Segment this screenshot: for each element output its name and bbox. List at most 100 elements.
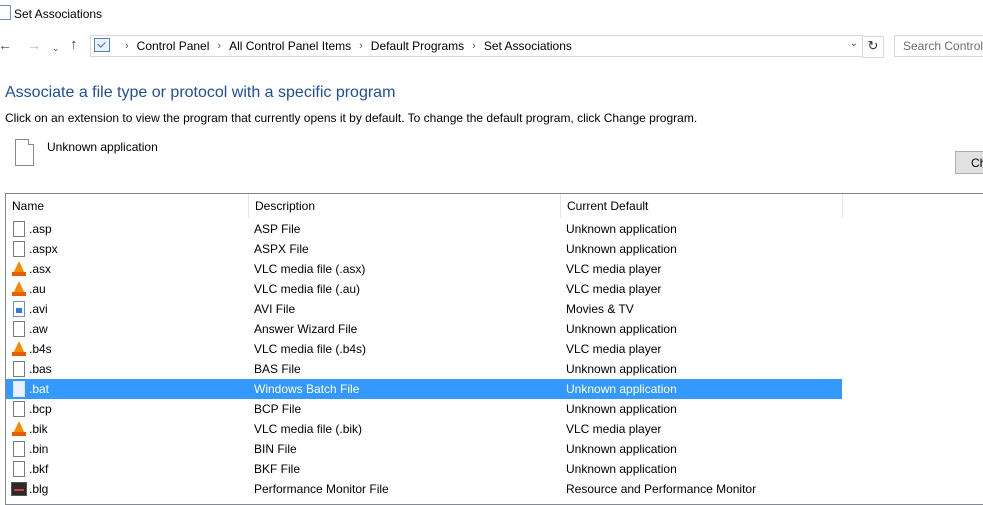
- description-cell: Windows Batch File: [254, 382, 360, 396]
- address-dropdown-chevron-icon[interactable]: ⌄: [850, 38, 858, 49]
- column-header-description[interactable]: Description: [249, 194, 561, 218]
- current-default-cell: VLC media player: [566, 422, 662, 436]
- address-bar[interactable]: › Control Panel › All Control Panel Items › D…: [90, 35, 863, 57]
- extension-cell: .bik: [29, 422, 48, 436]
- table-row[interactable]: .avi AVI File Movies & TV: [6, 299, 842, 319]
- extension-cell: .bcp: [29, 402, 52, 416]
- control-panel-check-icon: [94, 38, 110, 52]
- current-default-cell: Resource and Performance Monitor: [566, 482, 757, 496]
- extension-cell: .bat: [29, 382, 50, 396]
- current-application-label: Unknown application: [47, 140, 158, 154]
- column-header-current-default[interactable]: Current Default: [561, 194, 843, 218]
- extension-cell: .aw: [29, 322, 48, 336]
- current-default-cell: Unknown application: [566, 402, 677, 416]
- description-cell: VLC media file (.au): [254, 282, 361, 296]
- table-row[interactable]: .bas BAS File Unknown application: [6, 359, 842, 379]
- search-input[interactable]: [895, 36, 983, 53]
- sort-ascending-icon: ^: [123, 194, 127, 196]
- description-cell: Performance Monitor File: [254, 482, 389, 496]
- vlc-cone-icon: [12, 261, 26, 276]
- breadcrumb-item[interactable]: Default Programs: [371, 39, 464, 53]
- window-title: Set Associations: [14, 7, 103, 21]
- extension-cell: .avi: [29, 302, 48, 316]
- table-row[interactable]: .au VLC media file (.au) VLC media player: [6, 279, 842, 299]
- search-box[interactable]: [894, 35, 983, 57]
- breadcrumb: › Control Panel › All Control Panel Items › D…: [117, 39, 572, 53]
- description-cell: VLC media file (.b4s): [254, 342, 367, 356]
- blank-file-icon: [15, 139, 34, 166]
- vlc-cone-icon: [12, 421, 26, 436]
- vlc-cone-icon: [12, 281, 26, 296]
- description-cell: ASP File: [254, 222, 301, 236]
- table-row[interactable]: .bcp BCP File Unknown application: [6, 399, 842, 419]
- up-arrow-icon[interactable]: ↑: [70, 37, 78, 53]
- back-arrow-icon[interactable]: ←: [0, 37, 12, 53]
- breadcrumb-separator-icon[interactable]: ›: [217, 40, 221, 52]
- extension-cell: .asp: [29, 222, 52, 236]
- blank-file-icon: [13, 321, 25, 337]
- description-cell: BKF File: [254, 462, 301, 476]
- table-row[interactable]: .blg Performance Monitor File Resource and…: [6, 479, 842, 499]
- breadcrumb-separator-icon[interactable]: ›: [359, 40, 363, 52]
- instruction-text: Click on an extension to view the progra…: [5, 111, 698, 125]
- current-default-cell: Movies & TV: [566, 302, 634, 316]
- blank-file-icon: [13, 221, 25, 237]
- column-header-name[interactable]: Name: [6, 194, 249, 218]
- table-row[interactable]: .asp ASP File Unknown application: [6, 219, 842, 239]
- table-row[interactable]: .bat Windows Batch File Unknown applicatio…: [6, 379, 842, 399]
- current-default-cell: Unknown application: [566, 382, 677, 396]
- description-cell: Answer Wizard File: [254, 322, 358, 336]
- blank-file-icon: [13, 441, 25, 457]
- refresh-icon[interactable]: ↻: [862, 36, 884, 58]
- description-cell: BCP File: [254, 402, 302, 416]
- description-cell: VLC media file (.asx): [254, 262, 366, 276]
- video-file-icon: [13, 301, 25, 317]
- table-row[interactable]: .bin BIN File Unknown application: [6, 439, 842, 459]
- blank-file-icon: [13, 361, 25, 377]
- extension-cell: .b4s: [29, 342, 52, 356]
- description-cell: VLC media file (.bik): [254, 422, 363, 436]
- page-title: Associate a file type or protocol with a…: [5, 84, 396, 101]
- performance-monitor-icon: [11, 482, 27, 496]
- change-program-button[interactable]: Change program...: [955, 151, 983, 174]
- current-default-cell: VLC media player: [566, 282, 662, 296]
- breadcrumb-item[interactable]: Control Panel: [137, 39, 210, 53]
- extension-cell: .bin: [29, 442, 49, 456]
- table-row[interactable]: .b4s VLC media file (.b4s) VLC media playe…: [6, 339, 842, 359]
- breadcrumb-item[interactable]: All Control Panel Items: [229, 39, 351, 53]
- current-default-cell: Unknown application: [566, 222, 677, 236]
- table-row[interactable]: .bkf BKF File Unknown application: [6, 459, 842, 479]
- list-header: Name ^ Description Current Default: [6, 194, 983, 218]
- title-bar: Set Associations: [0, 0, 983, 28]
- vlc-cone-icon: [12, 341, 26, 356]
- current-default-cell: Unknown application: [566, 462, 677, 476]
- recent-locations-chevron-icon[interactable]: ⌄: [52, 40, 60, 56]
- table-row[interactable]: .asx VLC media file (.asx) VLC media playe…: [6, 259, 842, 279]
- description-cell: AVI File: [254, 302, 296, 316]
- control-panel-icon: [0, 5, 11, 20]
- extension-cell: .bkf: [29, 462, 49, 476]
- blank-file-icon: [13, 241, 25, 257]
- breadcrumb-separator-icon[interactable]: ›: [125, 40, 129, 52]
- blank-file-icon: [13, 401, 25, 417]
- table-row[interactable]: .bik VLC media file (.bik) VLC media playe…: [6, 419, 842, 439]
- current-default-cell: Unknown application: [566, 362, 677, 376]
- table-row[interactable]: .aw Answer Wizard File Unknown application: [6, 319, 842, 339]
- extension-cell: .au: [29, 282, 46, 296]
- forward-arrow-icon[interactable]: →: [27, 37, 41, 53]
- extension-cell: .bas: [29, 362, 52, 376]
- breadcrumb-item[interactable]: Set Associations: [484, 39, 572, 53]
- current-default-cell: Unknown application: [566, 442, 677, 456]
- blank-file-icon: [13, 381, 25, 397]
- file-associations-list[interactable]: Name ^ Description Current Default .asp A…: [5, 193, 983, 505]
- description-cell: BAS File: [254, 362, 301, 376]
- table-row[interactable]: .aspx ASPX File Unknown application: [6, 239, 842, 259]
- blank-file-icon: [13, 461, 25, 477]
- current-default-cell: VLC media player: [566, 262, 662, 276]
- description-cell: ASPX File: [254, 242, 309, 256]
- breadcrumb-separator-icon[interactable]: ›: [472, 40, 476, 52]
- current-default-cell: Unknown application: [566, 322, 677, 336]
- current-default-cell: VLC media player: [566, 342, 662, 356]
- extension-cell: .aspx: [29, 242, 58, 256]
- current-default-cell: Unknown application: [566, 242, 677, 256]
